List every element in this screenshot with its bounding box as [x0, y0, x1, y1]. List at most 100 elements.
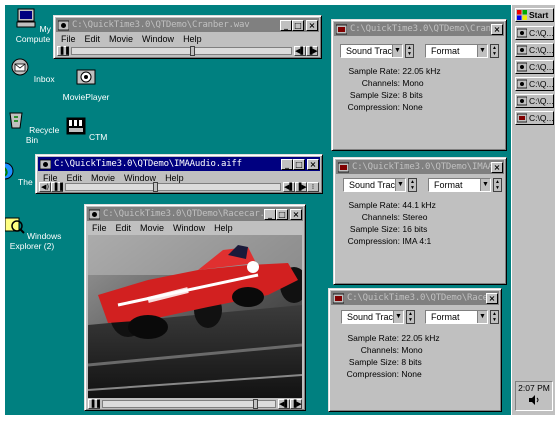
track-stepper[interactable]: ▲ ▼ [408, 178, 417, 192]
title-bar[interactable]: C:\QuickTime3.0\QTDemo\IMAAu... × [336, 160, 504, 174]
info-value: Stereo [402, 212, 428, 222]
track-select[interactable]: Sound Track ▼ [340, 44, 403, 58]
step-forward-button[interactable]: ▐▶ [290, 399, 302, 409]
maximize-button[interactable]: □ [276, 208, 288, 220]
minimize-button[interactable]: _ [281, 158, 293, 170]
slider-thumb[interactable] [253, 399, 258, 409]
desktop-icon-windows-explorer[interactable]: Windows Explorer (2) [5, 214, 62, 251]
maximize-button[interactable]: □ [292, 19, 304, 31]
taskbar-button-label: C:\Q... [529, 96, 554, 106]
format-select[interactable]: Format ▼ [428, 178, 491, 192]
minimize-button[interactable]: _ [280, 19, 292, 31]
maximize-button[interactable]: □ [293, 158, 305, 170]
taskbar-button[interactable]: C:\Q... [515, 94, 554, 108]
info-label: Sample Size: [349, 90, 400, 100]
start-button[interactable]: Start [515, 8, 554, 22]
step-back-button[interactable]: ◀▌ [278, 399, 290, 409]
step-back-button[interactable]: ◀▌ [283, 182, 295, 192]
desktop-icon-inbox[interactable]: Inbox [5, 57, 62, 84]
title-bar[interactable]: C:\QuickTime3.0\QTDemo\Cranb... × [334, 22, 504, 36]
player-window-cranber[interactable]: C:\QuickTime3.0\QTDemo\Cranber.wav _ □ ×… [53, 15, 322, 59]
track-stepper[interactable]: ▲ ▼ [406, 310, 415, 324]
close-button[interactable]: × [491, 161, 503, 173]
time-slider[interactable] [65, 182, 281, 192]
movie-file-icon [89, 209, 100, 219]
slider-thumb[interactable] [190, 46, 195, 56]
track-select-value: Sound Track [349, 180, 400, 190]
info-window-icon [338, 162, 349, 172]
movie-controller: ▐▐ ◀▌ ▐▶ [88, 398, 302, 410]
speaker-icon[interactable] [528, 395, 540, 405]
info-label: Sample Rate: [348, 200, 401, 210]
info-row: Channels: Mono [341, 345, 423, 355]
info-row: Channels: Mono [342, 78, 424, 88]
step-back-button[interactable]: ◀▌ [294, 46, 306, 56]
time-slider[interactable] [71, 46, 292, 56]
info-value: 8 bits [402, 90, 423, 100]
window-title: C:\QuickTime3.0\QTDemo\IMAAu... [352, 162, 491, 172]
track-select-value: Sound Track [346, 46, 397, 56]
info-value: None [402, 102, 423, 112]
title-bar[interactable]: C:\QuickTime3.0\QTDemo\Cranber.wav _ □ × [56, 18, 319, 32]
format-stepper[interactable]: ▲ ▼ [490, 44, 499, 58]
step-forward-button[interactable]: ▐▶ [295, 182, 307, 192]
app-icon [517, 28, 527, 38]
info-label: Sample Size: [349, 224, 400, 234]
player-window-imaaudio[interactable]: C:\QuickTime3.0\QTDemo\IMAAudio.aiff _ □… [35, 154, 323, 194]
explorer-icon [5, 217, 25, 234]
menu-file[interactable]: File [88, 222, 112, 235]
chevron-down-icon: ▼ [393, 311, 403, 323]
movie-controller: ◀) ▐▐ ◀▌ ▐▶ ⁞ [39, 181, 319, 193]
track-select[interactable]: Sound Track ▼ [343, 178, 406, 192]
title-bar[interactable]: C:\QuickTime3.0\QTDemo\Racecar.avi _ □ × [87, 207, 303, 221]
track-select[interactable]: Sound Track ▼ [341, 310, 404, 324]
play-button[interactable]: ▐▐ [57, 46, 69, 56]
info-row: Compression: IMA 4:1 [342, 236, 432, 246]
format-select[interactable]: Format ▼ [425, 310, 488, 324]
menu-help[interactable]: Help [210, 222, 238, 235]
close-button[interactable]: × [491, 23, 503, 35]
window-title: C:\QuickTime3.0\QTDemo\IMAAudio.aiff [54, 159, 242, 169]
taskbar-button[interactable]: C:\Q... [515, 43, 554, 57]
play-button[interactable]: ▐▐ [51, 182, 63, 192]
close-button[interactable]: × [307, 158, 319, 170]
size-box[interactable]: ⁞ [307, 182, 319, 192]
title-bar[interactable]: C:\QuickTime3.0\QTDemo\Racec... × [331, 291, 499, 305]
player-window-racecar[interactable]: C:\QuickTime3.0\QTDemo\Racecar.avi _ □ ×… [84, 204, 306, 411]
taskbar-button[interactable]: C:\Q... [515, 26, 554, 40]
track-stepper[interactable]: ▲ ▼ [405, 44, 414, 58]
desktop-icon-label: CTM [88, 132, 108, 142]
menu-movie[interactable]: Movie [136, 222, 169, 235]
close-button[interactable]: × [306, 19, 318, 31]
info-window-cranber[interactable]: C:\QuickTime3.0\QTDemo\Cranb... × Sound … [331, 19, 507, 151]
desktop-icon-movieplayer[interactable]: MoviePlayer [56, 65, 116, 102]
taskbar-button[interactable]: C:\Q... [515, 77, 554, 91]
info-value: 44.1 kHz [402, 200, 436, 210]
menu-edit[interactable]: Edit [112, 222, 137, 235]
desktop-icon-ctm[interactable]: CTM [56, 115, 116, 142]
menu-window[interactable]: Window [169, 222, 210, 235]
slider-thumb[interactable] [153, 182, 158, 192]
taskbar-button[interactable]: C:\Q... [515, 60, 554, 74]
app-icon [517, 96, 527, 106]
info-window-imaaudio[interactable]: C:\QuickTime3.0\QTDemo\IMAAu... × Sound … [333, 157, 507, 285]
title-bar[interactable]: C:\QuickTime3.0\QTDemo\IMAAudio.aiff _ □… [38, 157, 320, 171]
desktop-icon-recycle-bin[interactable]: Recycle Bin [5, 108, 62, 145]
step-forward-button[interactable]: ▐▶ [306, 46, 318, 56]
format-stepper[interactable]: ▲ ▼ [493, 178, 502, 192]
info-value: 22.05 kHz [402, 66, 441, 76]
info-row: Sample Rate: 22.05 kHz [342, 66, 441, 76]
time-slider[interactable] [102, 399, 276, 409]
format-stepper[interactable]: ▲ ▼ [490, 310, 499, 324]
clock[interactable]: 2:07 PM [516, 382, 552, 395]
volume-button[interactable]: ◀) [39, 182, 51, 192]
close-button[interactable]: × [290, 208, 302, 220]
info-window-racecar[interactable]: C:\QuickTime3.0\QTDemo\Racec... × Sound … [328, 288, 502, 412]
movie-controller: ▐▐ ◀▌ ▐▶ [57, 45, 318, 57]
minimize-button[interactable]: _ [264, 208, 276, 220]
window-title: C:\QuickTime3.0\QTDemo\Racecar.avi [103, 209, 264, 219]
format-select[interactable]: Format ▼ [425, 44, 488, 58]
play-button[interactable]: ▐▐ [88, 399, 100, 409]
taskbar-button[interactable]: C:\Q... [515, 111, 554, 125]
close-button[interactable]: × [486, 292, 498, 304]
